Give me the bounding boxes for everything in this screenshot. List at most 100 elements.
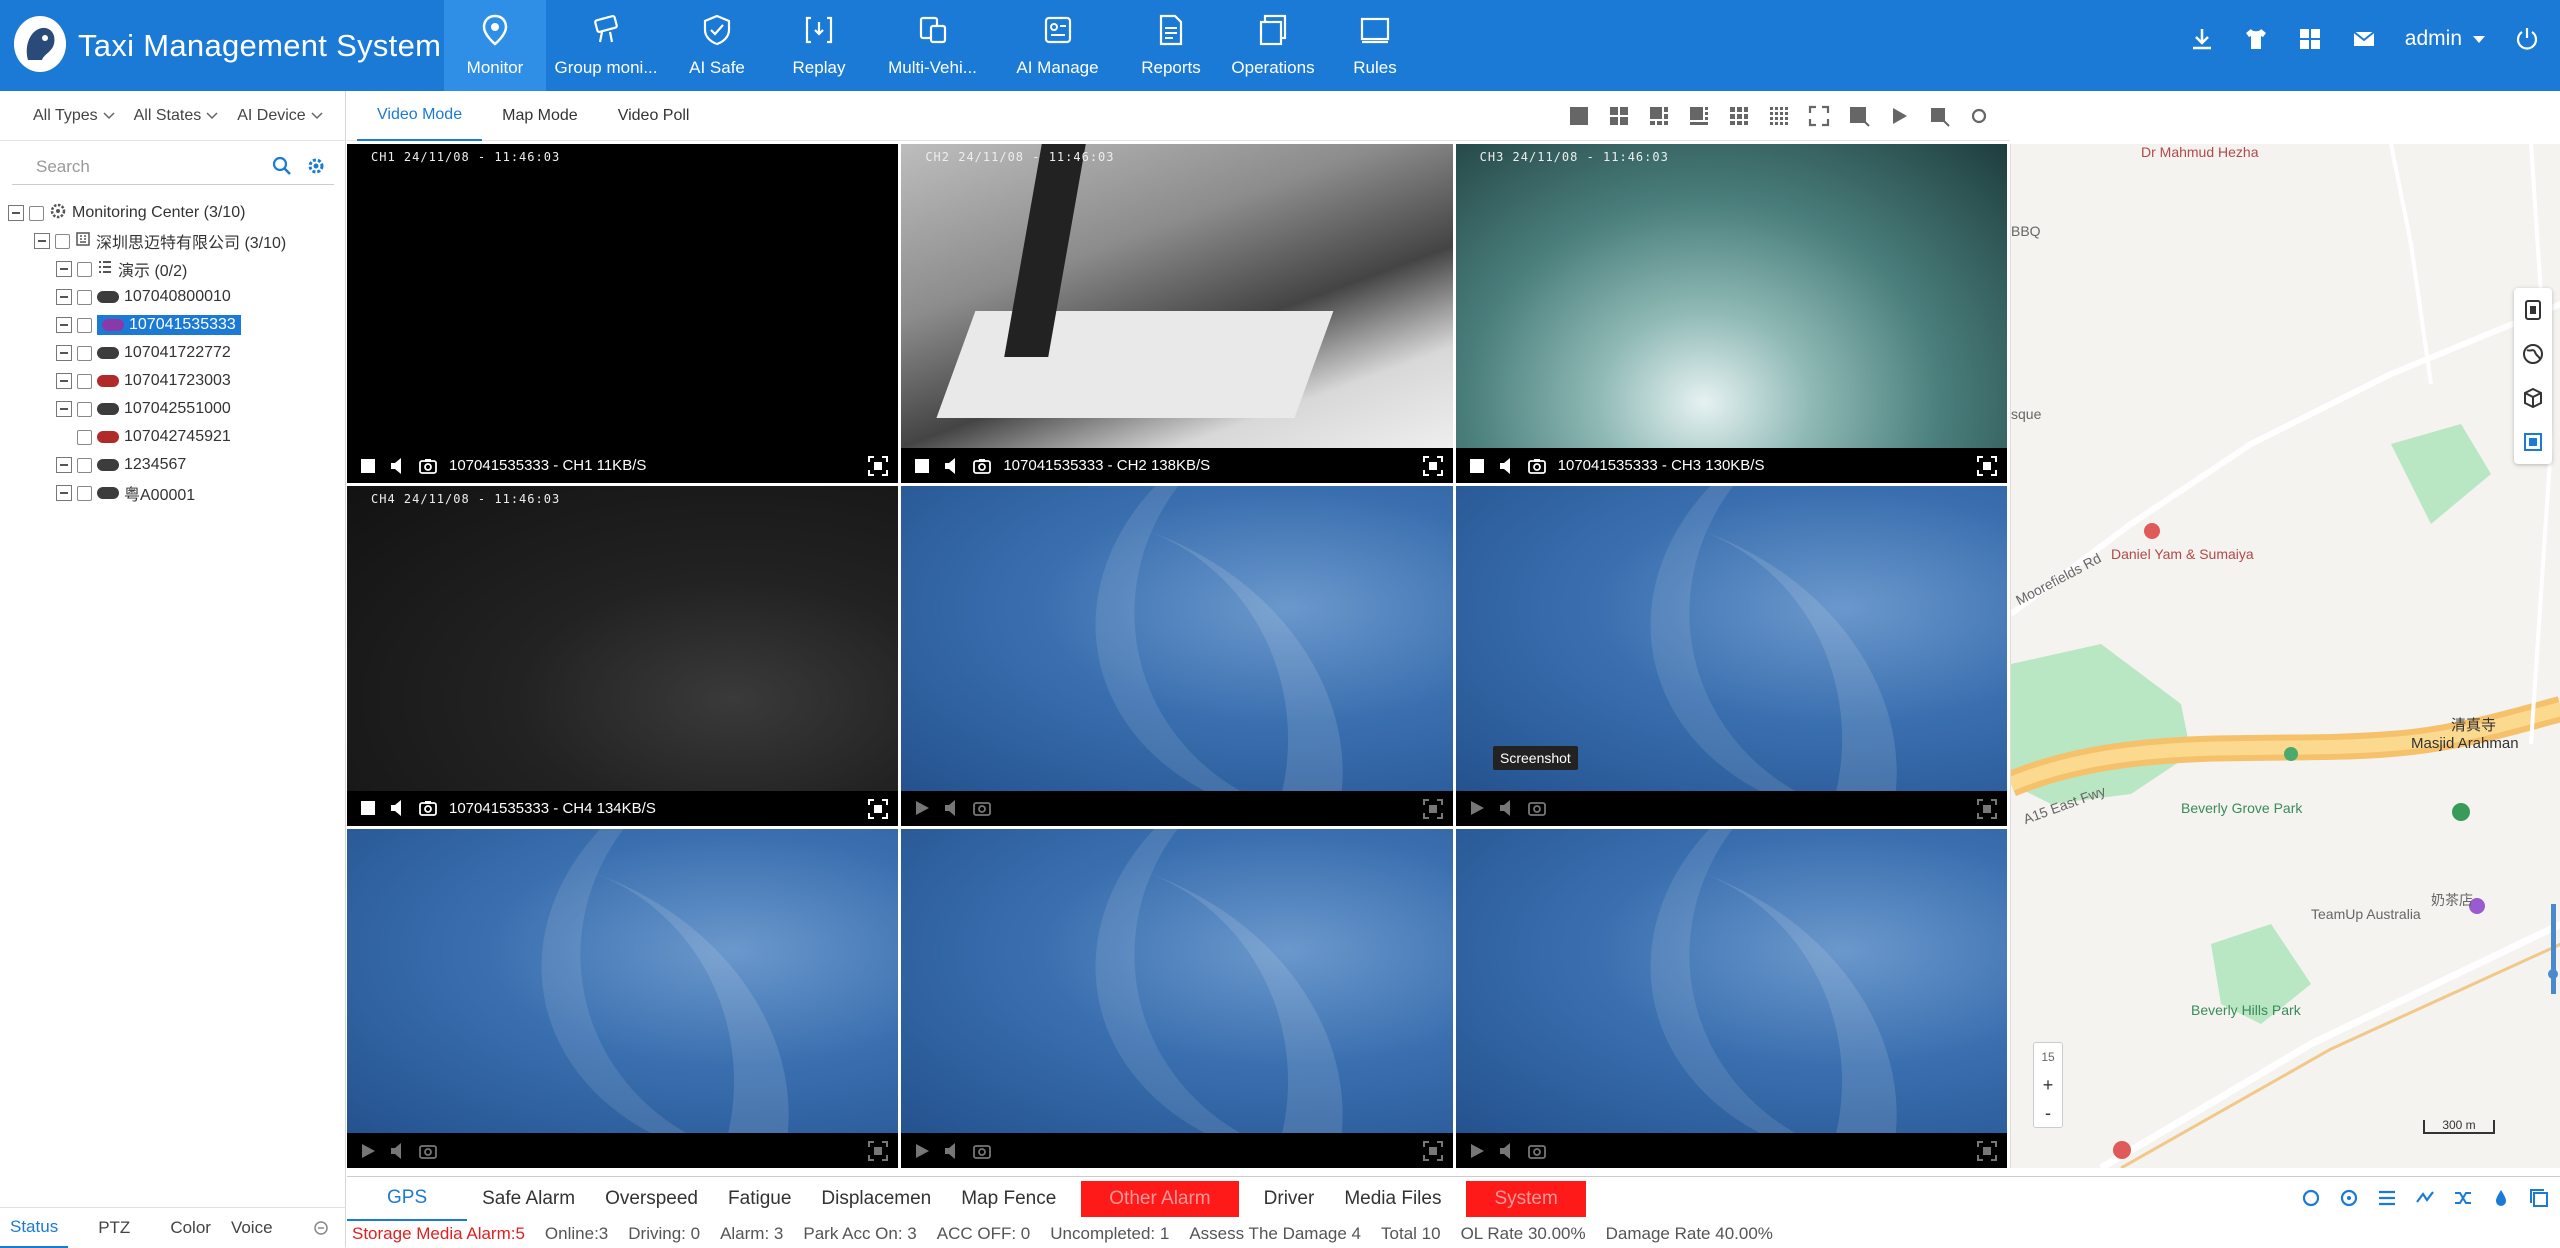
tree-company[interactable]: 深圳思迈特有限公司 (3/10) [8, 227, 286, 255]
cube-icon[interactable] [2514, 376, 2552, 420]
tree-vehicle-selected[interactable]: 107041535333 [8, 311, 286, 339]
tab-system[interactable]: System [1466, 1180, 1586, 1217]
stop-icon[interactable] [913, 457, 931, 475]
collapse-toggle[interactable] [8, 205, 24, 221]
checkbox[interactable] [77, 401, 92, 417]
tree-vehicle[interactable]: 107042551000 [8, 395, 286, 423]
tree-vehicle[interactable]: 107042745921 [8, 423, 286, 451]
tab-map-mode[interactable]: Map Mode [482, 91, 598, 141]
collapse-toggle[interactable] [56, 289, 72, 305]
camera-snapshot-icon[interactable] [419, 1142, 437, 1160]
video-cell-ch4[interactable]: CH4 24/11/08 - 11:46:03 107041535333 - C… [347, 486, 899, 826]
nav-rules[interactable]: Rules [1324, 0, 1426, 91]
tab-video-poll[interactable]: Video Poll [598, 91, 710, 141]
storage-alarm-count[interactable]: Storage Media Alarm:5 [352, 1224, 525, 1244]
map-layer-icon[interactable] [2514, 420, 2552, 464]
camera-snapshot-icon[interactable] [419, 799, 437, 817]
tree-vehicle[interactable]: 粤A00001 [8, 479, 286, 507]
nav-replay[interactable]: Replay [768, 0, 870, 91]
tab-driver[interactable]: Driver [1249, 1177, 1330, 1221]
close-all-icon[interactable] [1848, 105, 1870, 127]
map-device-icon[interactable] [2514, 288, 2552, 332]
camera-snapshot-icon[interactable] [419, 457, 437, 475]
fullscreen-icon[interactable] [868, 1141, 889, 1161]
speaker-icon[interactable] [1498, 457, 1516, 475]
speaker-icon[interactable] [943, 1142, 961, 1160]
camera-snapshot-icon[interactable] [973, 457, 992, 475]
collapse-toggle[interactable] [34, 233, 50, 249]
power-icon[interactable] [2514, 26, 2540, 52]
checkbox[interactable] [77, 289, 92, 305]
tree-vehicle[interactable]: 1234567 [8, 451, 286, 479]
layout-8-icon[interactable] [1688, 105, 1710, 127]
video-cell-ch3[interactable]: CH3 24/11/08 - 11:46:03 107041535333 - C… [1455, 144, 2007, 484]
mail-icon[interactable] [2351, 26, 2377, 52]
stop-icon[interactable] [1468, 457, 1486, 475]
fullscreen-icon[interactable] [1422, 798, 1443, 819]
checkbox[interactable] [77, 457, 92, 473]
tab-fatigue[interactable]: Fatigue [713, 1177, 806, 1221]
checkbox[interactable] [77, 345, 92, 361]
fullscreen-icon[interactable] [1976, 456, 1997, 477]
play-icon[interactable] [359, 1142, 377, 1160]
grid-icon[interactable] [2297, 26, 2323, 52]
drop-icon[interactable] [2490, 1187, 2512, 1209]
stop-icon[interactable] [359, 799, 377, 817]
tree-vehicle[interactable]: 107041722772 [8, 339, 286, 367]
tab-displacement[interactable]: Displacemen [806, 1177, 946, 1221]
tab-safe-alarm[interactable]: Safe Alarm [467, 1177, 590, 1221]
stop-icon[interactable] [359, 457, 377, 475]
speaker-icon[interactable] [389, 799, 407, 817]
play-icon[interactable] [913, 1142, 931, 1160]
tree-group[interactable]: 演示 (0/2) [8, 255, 286, 283]
fullscreen-icon[interactable] [1808, 105, 1830, 127]
speaker-icon[interactable] [943, 457, 961, 475]
tree-vehicle[interactable]: 107040800010 [8, 283, 286, 311]
map-view[interactable]: Dr Mahmud Hezha BBQ sque Daniel Yam & Su… [2010, 144, 2560, 1168]
tree-vehicle[interactable]: 107041723003 [8, 367, 286, 395]
user-menu[interactable]: admin [2405, 27, 2486, 51]
fullscreen-icon[interactable] [1976, 798, 1997, 819]
fullscreen-icon[interactable] [1422, 456, 1443, 477]
target-icon[interactable] [2338, 1187, 2360, 1209]
circle-icon[interactable] [2300, 1187, 2322, 1209]
play-all-icon[interactable] [1888, 105, 1910, 127]
video-cell-ch2[interactable]: CH2 24/11/08 - 11:46:03 107041535333 - C… [901, 144, 1453, 484]
nav-ai-manage[interactable]: AI Manage [995, 0, 1120, 91]
speaker-icon[interactable] [1498, 1142, 1516, 1160]
speaker-icon[interactable] [389, 1142, 407, 1160]
tab-media-files[interactable]: Media Files [1329, 1177, 1456, 1221]
layout-4-icon[interactable] [1608, 105, 1630, 127]
tab-video-mode[interactable]: Video Mode [357, 91, 483, 141]
collapse-icon[interactable] [303, 1208, 339, 1248]
play-icon[interactable] [913, 799, 931, 817]
tab-status[interactable]: Status [0, 1208, 69, 1248]
fullscreen-icon[interactable] [868, 798, 889, 819]
nav-reports[interactable]: Reports [1120, 0, 1222, 91]
nav-group-monitor[interactable]: Group moni... [546, 0, 666, 91]
speaker-icon[interactable] [943, 799, 961, 817]
nav-monitor[interactable]: Monitor [444, 0, 546, 91]
video-cell-ch1[interactable]: CH1 24/11/08 - 11:46:03 107041535333 - C… [347, 144, 899, 484]
checkbox[interactable] [77, 429, 92, 445]
tree-root[interactable]: Monitoring Center (3/10) [8, 199, 286, 227]
collapse-toggle[interactable] [56, 345, 72, 361]
camera-snapshot-icon[interactable] [1527, 457, 1546, 475]
type-filter[interactable]: All Types [33, 107, 116, 125]
gear-icon[interactable] [306, 156, 326, 181]
search-input[interactable] [12, 156, 252, 177]
search-icon[interactable] [272, 156, 292, 181]
nav-operations[interactable]: Operations [1222, 0, 1324, 91]
tab-color[interactable]: Color [160, 1208, 221, 1248]
layout-6-icon[interactable] [1648, 105, 1670, 127]
fullscreen-icon[interactable] [1422, 1141, 1443, 1161]
restore-icon[interactable] [2528, 1187, 2550, 1209]
layout-1-icon[interactable] [1568, 105, 1590, 127]
tab-overspeed[interactable]: Overspeed [590, 1177, 713, 1221]
speaker-icon[interactable] [1498, 799, 1516, 817]
device-filter[interactable]: AI Device [237, 107, 323, 125]
speaker-icon[interactable] [389, 457, 407, 475]
camera-snapshot-icon[interactable] [1527, 1142, 1546, 1160]
fullscreen-icon[interactable] [1976, 1141, 1997, 1161]
globe-icon[interactable] [2514, 332, 2552, 376]
